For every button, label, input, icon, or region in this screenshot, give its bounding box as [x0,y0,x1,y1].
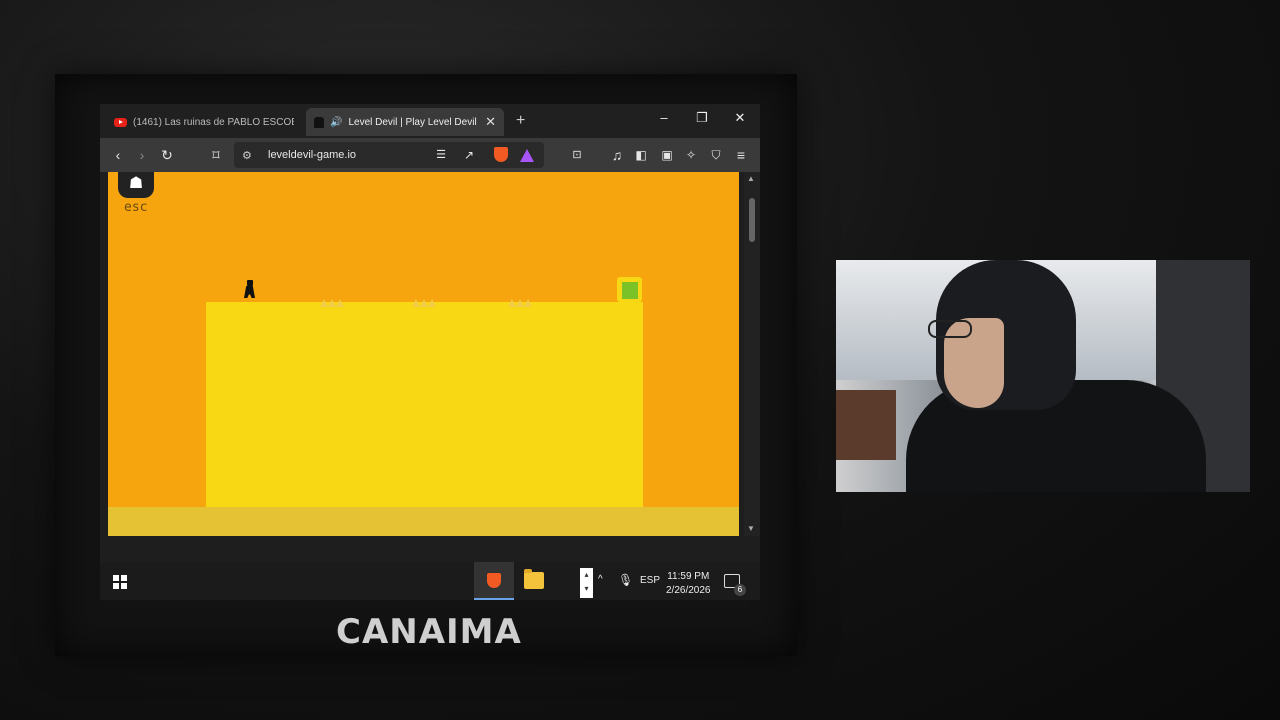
player-character [244,280,255,298]
minimize-button[interactable]: – [654,110,674,125]
reader-mode-icon[interactable]: ☰ [432,146,450,164]
sidebar-icon[interactable]: ◧ [632,146,650,164]
forward-icon[interactable]: › [133,146,151,164]
brave-taskbar-button[interactable] [474,562,514,600]
close-window-button[interactable]: ✕ [730,110,750,126]
game-platform [206,302,643,507]
scroll-down-icon[interactable]: ▼ [747,524,755,533]
tray-scroll-icon[interactable]: ▴ ▾ [580,568,593,598]
esc-label: esc [124,200,148,215]
url-text: leveldevil-game.io [268,149,357,161]
exit-door [617,277,642,302]
spike-trap [320,294,344,307]
bookmark-icon[interactable]: ⌑ [207,146,225,164]
level-devil-icon [314,116,324,128]
tab-label: Level Devil | Play Level Devil Game [348,116,479,128]
brave-shields-icon[interactable] [492,147,510,166]
show-hidden-icons-icon[interactable]: ^ [598,574,603,585]
scroll-thumb[interactable] [749,198,755,242]
spike-trap [508,294,532,307]
wallet-icon[interactable]: ▣ [658,146,676,164]
notification-badge: 6 [734,584,746,596]
speaker-icon[interactable]: 🔊 [330,117,342,128]
vpn-icon[interactable]: ⛉ [707,146,725,164]
leo-ai-icon[interactable]: ✧ [682,146,700,164]
menu-icon[interactable]: ≡ [732,146,750,164]
maximize-button[interactable]: ❐ [692,110,712,126]
scroll-up-icon[interactable]: ▲ [747,174,755,183]
microphone-icon[interactable]: 🎙 [618,573,633,587]
browser-window: (1461) Las ruinas de PABLO ESCOBAR 🔊 Lev… [100,104,760,600]
windows-taskbar: ▴ ▾ ^ 🎙 ESP 11:59 PM 2/26/2026 6 [100,562,760,600]
windows-start-icon[interactable] [113,575,127,589]
share-icon[interactable]: ↗ [460,146,478,164]
new-tab-button[interactable]: + [516,112,525,130]
site-settings-icon[interactable]: ⚙ [242,149,258,162]
close-tab-icon[interactable]: ✕ [485,114,496,130]
game-floor [108,507,739,536]
webcam-overlay [836,260,1250,492]
clock[interactable]: 11:59 PM 2/26/2026 [666,570,711,598]
tab-level-devil[interactable]: 🔊 Level Devil | Play Level Devil Game ✕ [306,108,504,136]
game-canvas[interactable]: ☗ esc [108,172,739,536]
back-icon[interactable]: ‹ [109,146,127,164]
brave-icon [487,572,501,588]
ghost-icon[interactable]: ☗ [118,172,154,198]
tab-strip: (1461) Las ruinas de PABLO ESCOBAR 🔊 Lev… [100,104,760,138]
screenshot-icon[interactable]: ⊡ [568,146,586,164]
media-icon[interactable]: ♫ [608,146,626,164]
language-indicator[interactable]: ESP [640,575,660,586]
brand-logo: CANAIMA [336,612,522,652]
tab-youtube[interactable]: (1461) Las ruinas de PABLO ESCOBAR [106,108,302,136]
browser-toolbar: ‹ › ↻ ⌑ ⚙ leveldevil-game.io ☰ ↗ ⊡ ♫ ◧ ▣… [100,138,760,172]
page-scrollbar[interactable]: ▲ ▼ [744,172,760,536]
file-explorer-icon[interactable] [524,569,544,589]
reload-icon[interactable]: ↻ [158,146,176,164]
brave-rewards-icon[interactable] [518,148,536,166]
clock-date: 2/26/2026 [666,585,711,596]
clock-time: 11:59 PM [667,571,710,582]
tab-label: (1461) Las ruinas de PABLO ESCOBAR [133,116,294,128]
youtube-icon [114,117,127,127]
spike-trap [412,294,436,307]
